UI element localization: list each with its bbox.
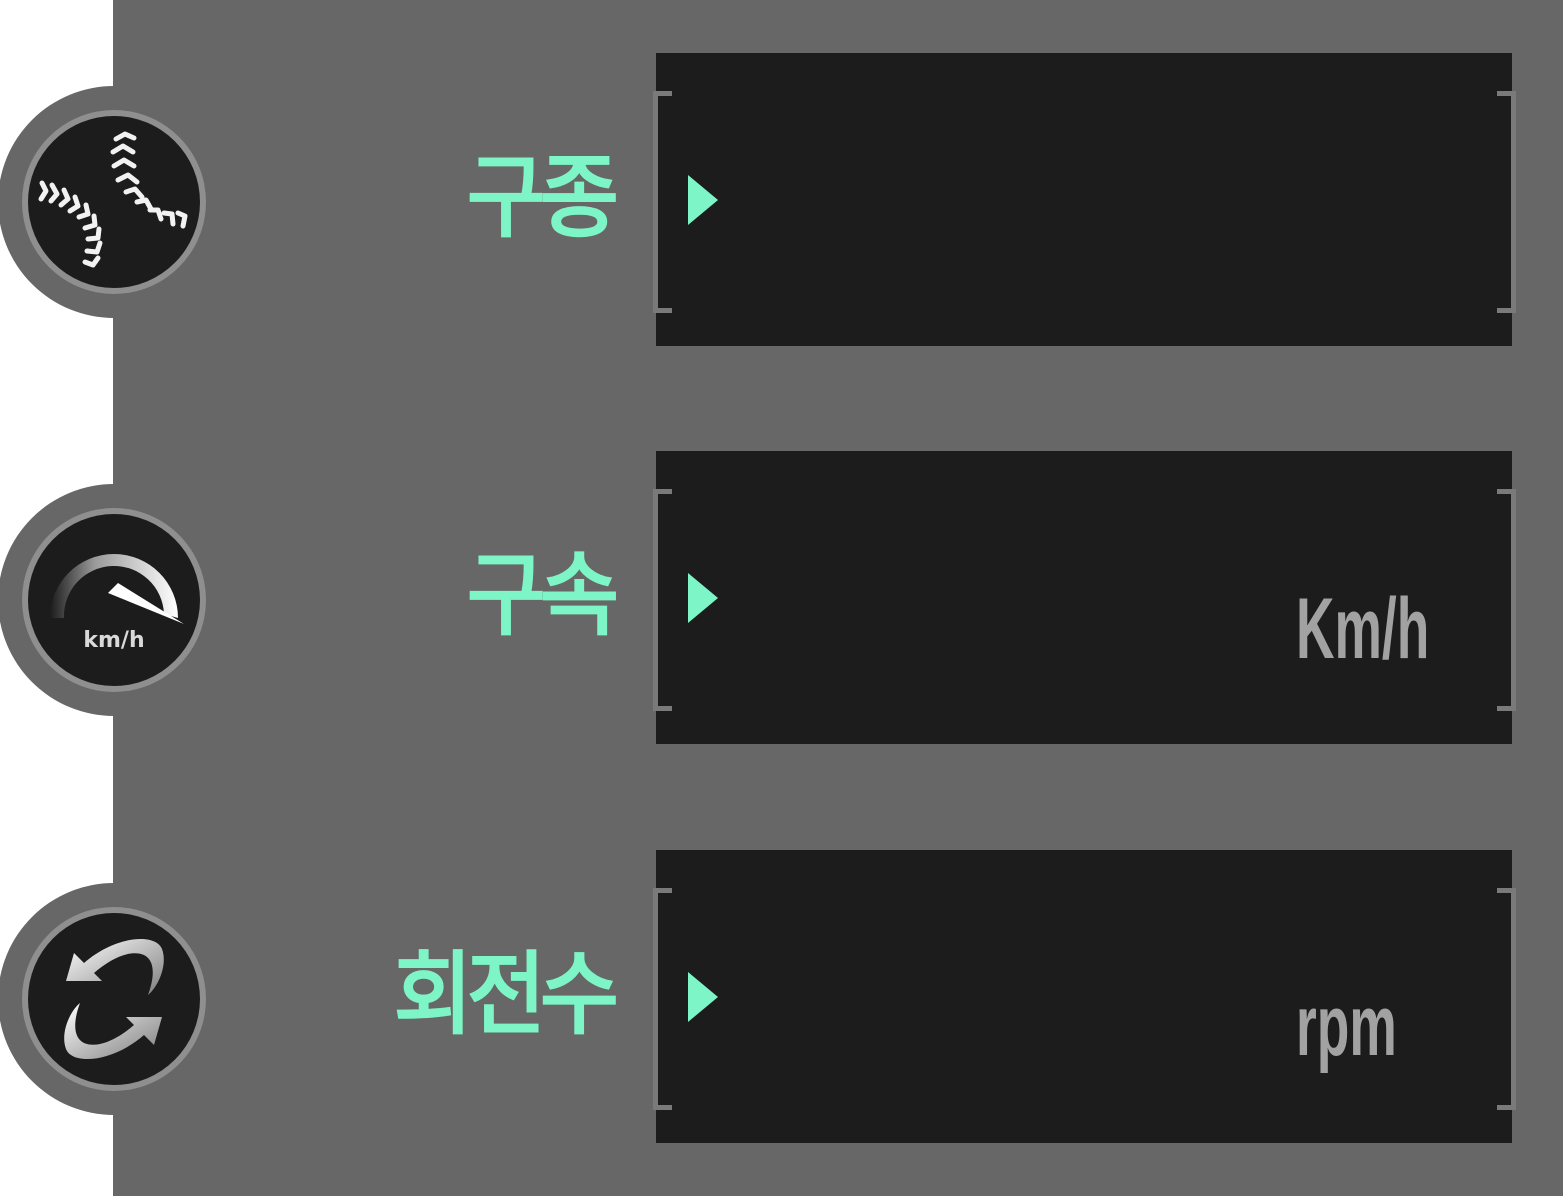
pitch-info-screen: 구종 km/h 구속 Km/h 회전수 rpm — [0, 0, 1563, 1196]
right-bracket — [1497, 888, 1516, 1110]
left-bracket — [653, 91, 672, 313]
play-marker-icon — [688, 175, 718, 225]
spin-rate-label: 회전수 — [393, 942, 619, 1048]
pitch-speed-row: km/h 구속 Km/h — [0, 451, 1563, 751]
spin-rate-row: 회전수 rpm — [0, 850, 1563, 1150]
speed-unit: Km/h — [1296, 581, 1430, 677]
left-bracket — [653, 888, 672, 1110]
pitch-type-display — [653, 53, 1516, 346]
play-marker-icon — [688, 972, 718, 1022]
spin-rate-display: rpm — [653, 850, 1516, 1143]
left-bracket — [653, 489, 672, 711]
baseball-icon — [0, 86, 230, 318]
speedometer-icon: km/h — [0, 484, 230, 716]
right-bracket — [1497, 91, 1516, 313]
rotation-icon — [0, 883, 230, 1115]
pitch-speed-label: 구속 — [466, 543, 619, 649]
play-marker-icon — [688, 573, 718, 623]
pitch-speed-display: Km/h — [653, 451, 1516, 744]
right-bracket — [1497, 489, 1516, 711]
pitch-type-label: 구종 — [466, 145, 619, 251]
spin-unit: rpm — [1296, 978, 1397, 1074]
speedometer-unit-text: km/h — [83, 628, 144, 653]
pitch-type-row: 구종 — [0, 53, 1563, 353]
